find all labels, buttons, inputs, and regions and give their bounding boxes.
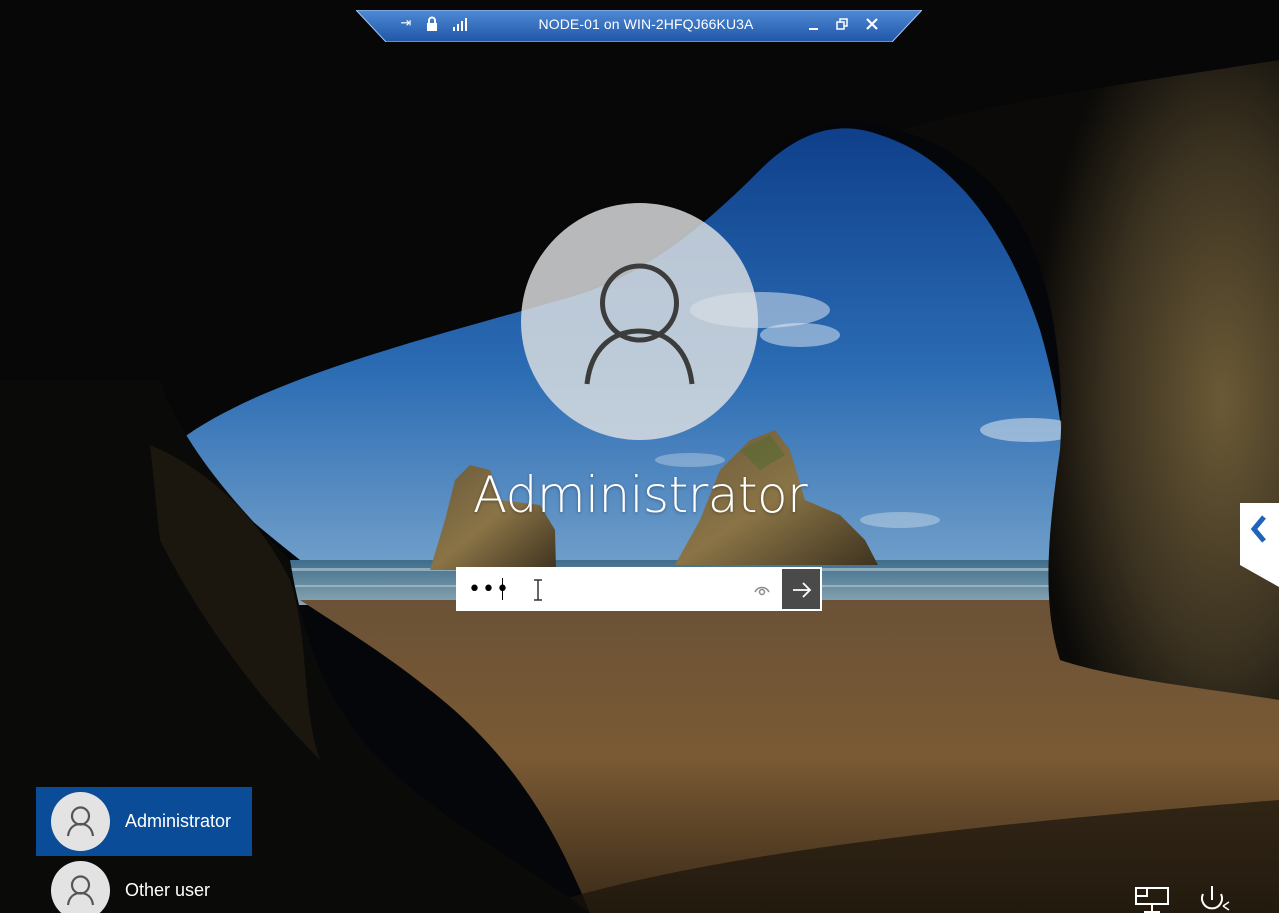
user-tile-label: Other user [125, 880, 211, 900]
edge-swipe-tab[interactable] [1240, 503, 1279, 587]
user-silhouette-icon [584, 263, 695, 385]
eye-icon[interactable] [748, 578, 776, 600]
ibeam-cursor-icon [534, 579, 542, 601]
pin-icon[interactable]: ⇥ [396, 14, 416, 34]
user-tile-label: Administrator [125, 811, 232, 831]
remote-connection-bar: ⇥ NODE-01 on WIN-2HFQJ66KU3A [356, 10, 922, 42]
network-icon[interactable] [1132, 882, 1176, 913]
background-wallpaper [0, 0, 1279, 913]
user-tile-other-user[interactable]: Other user [36, 856, 252, 913]
user-name-heading: Administrator [472, 466, 808, 524]
text-caret [502, 578, 503, 600]
restore-icon[interactable] [832, 14, 852, 34]
password-box [456, 567, 822, 611]
lock-screen: ⇥ NODE-01 on WIN-2HFQJ66KU3A Administrat… [0, 0, 1279, 913]
password-input[interactable] [456, 567, 780, 611]
user-silhouette-icon [51, 861, 110, 913]
power-icon[interactable] [1190, 882, 1234, 913]
connection-title: NODE-01 on WIN-2HFQJ66KU3A [538, 16, 754, 32]
minimize-icon[interactable] [804, 14, 824, 34]
user-silhouette-icon [51, 792, 110, 851]
close-icon[interactable] [862, 14, 882, 34]
arrow-right-icon [793, 582, 812, 598]
signal-strength-icon[interactable] [450, 14, 470, 34]
submit-button[interactable] [780, 567, 822, 611]
user-tile-administrator[interactable]: Administrator [36, 787, 252, 856]
lock-icon[interactable] [422, 14, 442, 34]
user-avatar [521, 203, 758, 440]
